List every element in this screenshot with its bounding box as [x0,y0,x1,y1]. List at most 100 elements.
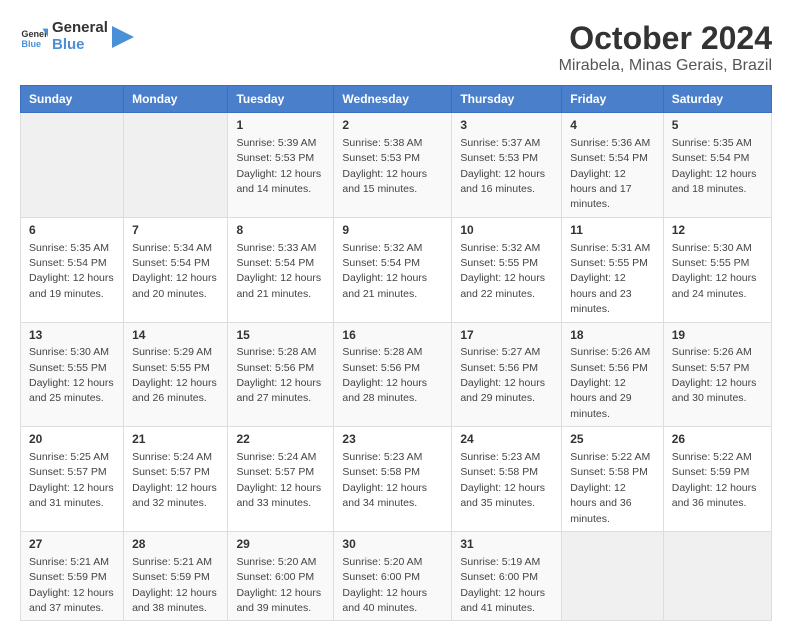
day-info: Sunrise: 5:19 AMSunset: 6:00 PMDaylight:… [460,556,545,614]
header-cell-wednesday: Wednesday [334,86,452,113]
header-cell-friday: Friday [562,86,664,113]
day-number: 7 [132,222,219,239]
page-header: General Blue General Blue October 2024 M… [20,20,772,75]
day-cell: 22 Sunrise: 5:24 AMSunset: 5:57 PMDayligh… [228,427,334,532]
logo: General Blue General Blue [20,20,134,53]
week-row-1: 1 Sunrise: 5:39 AMSunset: 5:53 PMDaylight… [21,113,772,218]
day-cell: 19 Sunrise: 5:26 AMSunset: 5:57 PMDayligh… [663,322,771,427]
day-info: Sunrise: 5:34 AMSunset: 5:54 PMDaylight:… [132,242,217,300]
day-cell: 12Sunrise: 5:30 AMSunset: 5:55 PMDayligh… [663,217,771,322]
day-number: 15 [236,327,325,344]
day-number: 3 [460,117,553,134]
day-number: 22 [236,431,325,448]
page-title: October 2024 [559,20,772,57]
day-info: Sunrise: 5:38 AMSunset: 5:53 PMDaylight:… [342,137,427,195]
day-info: Sunrise: 5:26 AMSunset: 5:56 PMDaylight:… [570,346,650,420]
day-info: Sunrise: 5:22 AMSunset: 5:58 PMDaylight:… [570,451,650,525]
day-info: Sunrise: 5:39 AMSunset: 5:53 PMDaylight:… [236,137,321,195]
svg-text:Blue: Blue [21,38,41,48]
header-row: SundayMondayTuesdayWednesdayThursdayFrid… [21,86,772,113]
day-number: 25 [570,431,655,448]
day-number: 11 [570,222,655,239]
week-row-4: 20Sunrise: 5:25 AMSunset: 5:57 PMDayligh… [21,427,772,532]
day-cell: 11Sunrise: 5:31 AMSunset: 5:55 PMDayligh… [562,217,664,322]
day-number: 19 [672,327,763,344]
day-info: Sunrise: 5:20 AMSunset: 6:00 PMDaylight:… [342,556,427,614]
day-number: 13 [29,327,115,344]
day-cell: 13 Sunrise: 5:30 AMSunset: 5:55 PMDayligh… [21,322,124,427]
day-cell: 8Sunrise: 5:33 AMSunset: 5:54 PMDaylight… [228,217,334,322]
day-number: 24 [460,431,553,448]
logo-text-line1: General [52,20,108,37]
day-cell: 6 Sunrise: 5:35 AMSunset: 5:54 PMDaylight… [21,217,124,322]
day-info: Sunrise: 5:35 AMSunset: 5:54 PMDaylight:… [29,242,114,300]
day-number: 1 [236,117,325,134]
day-info: Sunrise: 5:29 AMSunset: 5:55 PMDaylight:… [132,346,217,404]
day-number: 31 [460,536,553,553]
day-number: 28 [132,536,219,553]
day-info: Sunrise: 5:24 AMSunset: 5:57 PMDaylight:… [236,451,321,509]
day-cell: 21 Sunrise: 5:24 AMSunset: 5:57 PMDayligh… [124,427,228,532]
day-number: 10 [460,222,553,239]
day-number: 6 [29,222,115,239]
day-cell [663,532,771,621]
day-number: 9 [342,222,443,239]
day-cell [124,113,228,218]
header-cell-tuesday: Tuesday [228,86,334,113]
day-cell: 16Sunrise: 5:28 AMSunset: 5:56 PMDayligh… [334,322,452,427]
day-info: Sunrise: 5:30 AMSunset: 5:55 PMDaylight:… [672,242,757,300]
day-number: 27 [29,536,115,553]
day-number: 29 [236,536,325,553]
day-info: Sunrise: 5:26 AMSunset: 5:57 PMDaylight:… [672,346,757,404]
day-number: 4 [570,117,655,134]
day-info: Sunrise: 5:20 AMSunset: 6:00 PMDaylight:… [236,556,321,614]
day-info: Sunrise: 5:32 AMSunset: 5:55 PMDaylight:… [460,242,545,300]
day-cell: 25 Sunrise: 5:22 AMSunset: 5:58 PMDayligh… [562,427,664,532]
day-info: Sunrise: 5:25 AMSunset: 5:57 PMDaylight:… [29,451,114,509]
day-number: 5 [672,117,763,134]
day-cell: 2 Sunrise: 5:38 AMSunset: 5:53 PMDaylight… [334,113,452,218]
day-number: 14 [132,327,219,344]
day-cell: 30Sunrise: 5:20 AMSunset: 6:00 PMDayligh… [334,532,452,621]
day-cell: 29 Sunrise: 5:20 AMSunset: 6:00 PMDayligh… [228,532,334,621]
logo-arrow-icon [112,26,134,48]
day-number: 21 [132,431,219,448]
day-cell: 10 Sunrise: 5:32 AMSunset: 5:55 PMDayligh… [452,217,562,322]
logo-text-line2: Blue [52,37,108,54]
day-number: 17 [460,327,553,344]
day-info: Sunrise: 5:32 AMSunset: 5:54 PMDaylight:… [342,242,427,300]
page-subtitle: Mirabela, Minas Gerais, Brazil [559,57,772,75]
week-row-2: 6 Sunrise: 5:35 AMSunset: 5:54 PMDaylight… [21,217,772,322]
day-info: Sunrise: 5:21 AMSunset: 5:59 PMDaylight:… [29,556,114,614]
day-cell: 24Sunrise: 5:23 AMSunset: 5:58 PMDayligh… [452,427,562,532]
day-cell: 23 Sunrise: 5:23 AMSunset: 5:58 PMDayligh… [334,427,452,532]
day-info: Sunrise: 5:30 AMSunset: 5:55 PMDaylight:… [29,346,114,404]
day-number: 2 [342,117,443,134]
day-info: Sunrise: 5:35 AMSunset: 5:54 PMDaylight:… [672,137,757,195]
day-cell: 5 Sunrise: 5:35 AMSunset: 5:54 PMDaylight… [663,113,771,218]
day-cell: 18Sunrise: 5:26 AMSunset: 5:56 PMDayligh… [562,322,664,427]
day-cell: 27 Sunrise: 5:21 AMSunset: 5:59 PMDayligh… [21,532,124,621]
day-info: Sunrise: 5:24 AMSunset: 5:57 PMDaylight:… [132,451,217,509]
day-info: Sunrise: 5:23 AMSunset: 5:58 PMDaylight:… [342,451,427,509]
day-info: Sunrise: 5:28 AMSunset: 5:56 PMDaylight:… [236,346,321,404]
header-cell-saturday: Saturday [663,86,771,113]
day-number: 23 [342,431,443,448]
day-cell: 1 Sunrise: 5:39 AMSunset: 5:53 PMDaylight… [228,113,334,218]
header-cell-thursday: Thursday [452,86,562,113]
day-info: Sunrise: 5:27 AMSunset: 5:56 PMDaylight:… [460,346,545,404]
day-cell: 28Sunrise: 5:21 AMSunset: 5:59 PMDayligh… [124,532,228,621]
day-cell [562,532,664,621]
calendar-table: SundayMondayTuesdayWednesdayThursdayFrid… [20,85,772,621]
day-info: Sunrise: 5:33 AMSunset: 5:54 PMDaylight:… [236,242,321,300]
day-cell: 31 Sunrise: 5:19 AMSunset: 6:00 PMDayligh… [452,532,562,621]
day-info: Sunrise: 5:28 AMSunset: 5:56 PMDaylight:… [342,346,427,404]
day-info: Sunrise: 5:37 AMSunset: 5:53 PMDaylight:… [460,137,545,195]
header-cell-monday: Monday [124,86,228,113]
day-cell: 15 Sunrise: 5:28 AMSunset: 5:56 PMDayligh… [228,322,334,427]
day-cell: 7 Sunrise: 5:34 AMSunset: 5:54 PMDaylight… [124,217,228,322]
header-cell-sunday: Sunday [21,86,124,113]
day-cell: 4Sunrise: 5:36 AMSunset: 5:54 PMDaylight… [562,113,664,218]
week-row-5: 27 Sunrise: 5:21 AMSunset: 5:59 PMDayligh… [21,532,772,621]
day-cell: 20Sunrise: 5:25 AMSunset: 5:57 PMDayligh… [21,427,124,532]
